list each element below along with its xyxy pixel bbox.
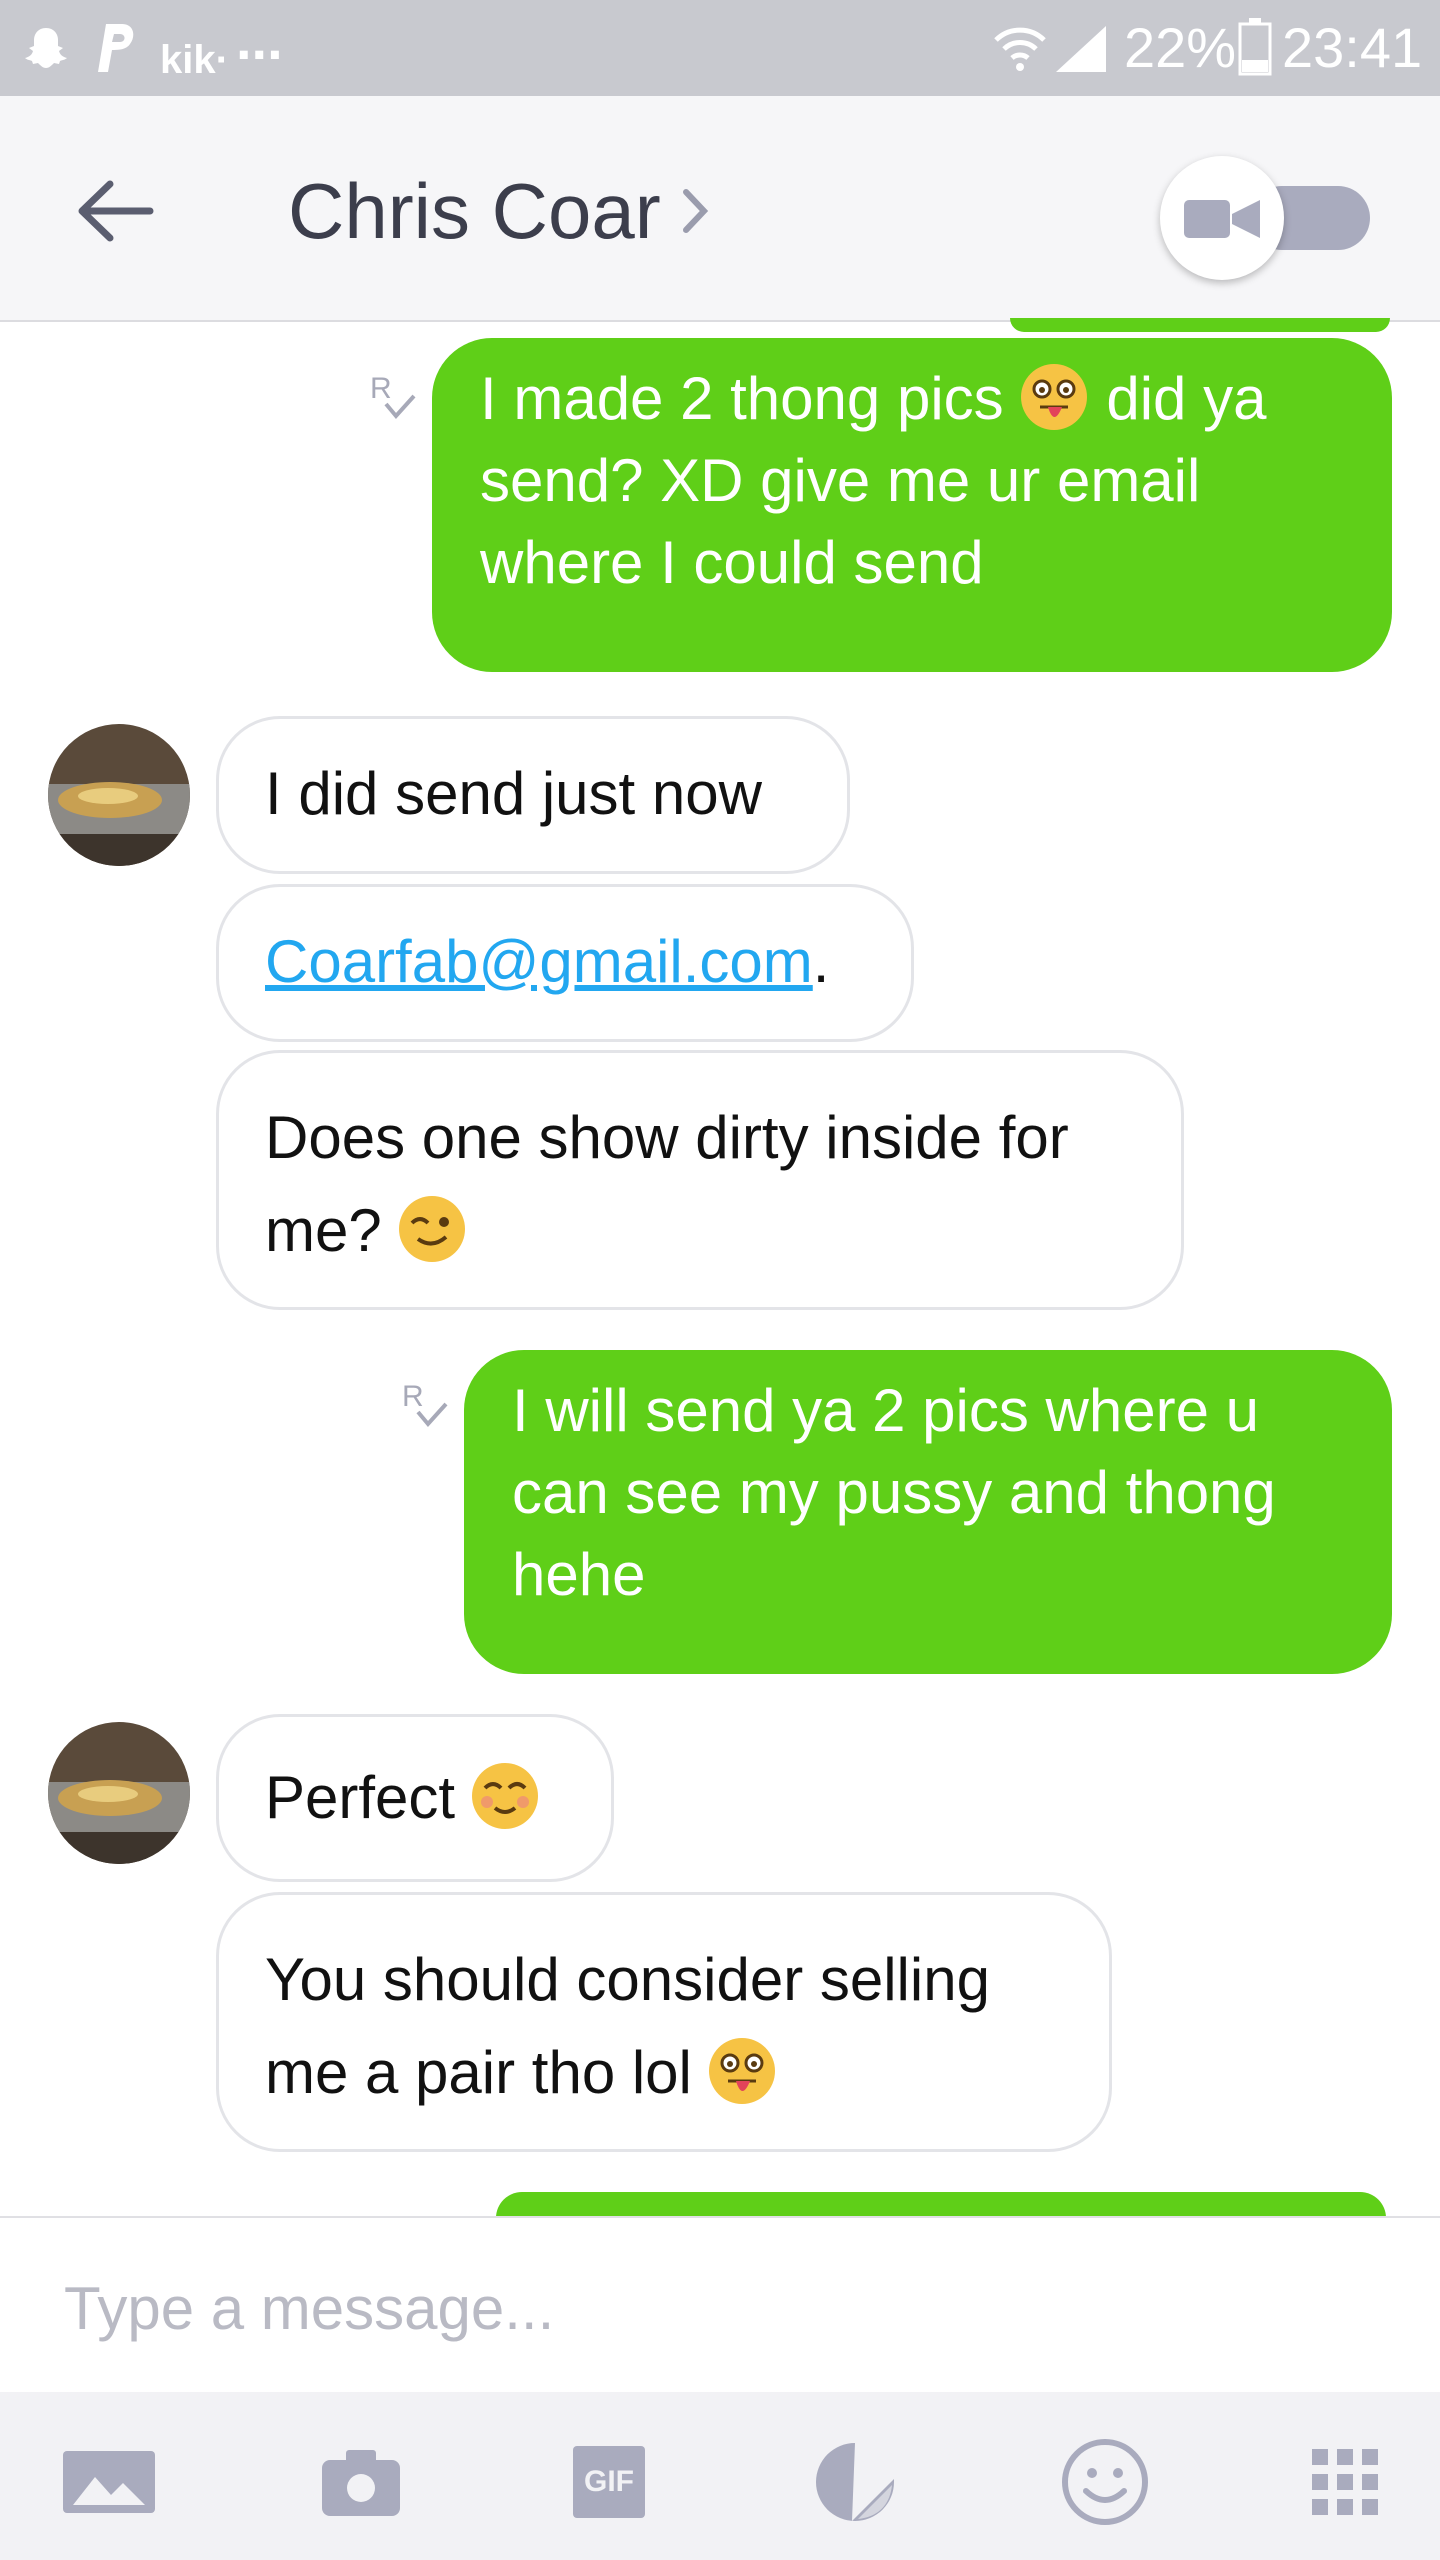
message-line: me a pair tho lol bbox=[265, 2021, 1063, 2125]
camera-button[interactable] bbox=[306, 2432, 416, 2532]
message-line: You should consider selling bbox=[265, 1946, 990, 2013]
message-line: Does one show dirty inside for bbox=[265, 1104, 1069, 1171]
contact-name[interactable]: Chris Coar bbox=[288, 166, 661, 256]
avatar[interactable] bbox=[48, 724, 190, 866]
message-bubble-incoming[interactable]: Perfect bbox=[216, 1714, 614, 1882]
clock: 23:41 bbox=[1282, 16, 1423, 79]
wifi-icon bbox=[994, 27, 1046, 71]
camera-icon bbox=[322, 2450, 400, 2516]
paypal-icon bbox=[98, 24, 134, 72]
message-line: where I could send bbox=[480, 529, 984, 596]
message-bubble-incoming[interactable]: Does one show dirty inside for me? bbox=[216, 1050, 1184, 1310]
signal-icon bbox=[1056, 26, 1106, 72]
read-receipt-icon: R bbox=[370, 372, 416, 420]
message-bubble-incoming[interactable]: Coarfab@gmail.com. bbox=[216, 884, 914, 1042]
message-bubble-incoming[interactable]: You should consider selling me a pair th… bbox=[216, 1892, 1112, 2152]
composer-bar bbox=[0, 2216, 1440, 2394]
gallery-icon bbox=[63, 2451, 155, 2513]
avatar-photo bbox=[48, 1722, 190, 1864]
battery-icon bbox=[1238, 18, 1272, 76]
read-receipt-letter: R bbox=[402, 1380, 424, 1413]
message-text: I did send just now bbox=[265, 760, 762, 827]
gif-icon: GIF bbox=[573, 2446, 645, 2518]
apps-button[interactable] bbox=[1290, 2432, 1400, 2532]
message-text: . bbox=[812, 928, 830, 995]
snapchat-icon bbox=[25, 28, 67, 68]
next-message-fragment bbox=[496, 2192, 1386, 2218]
message-text: did ya bbox=[1106, 365, 1267, 432]
emoji-icon bbox=[1062, 2439, 1148, 2525]
message-text: I made 2 thong pics bbox=[480, 365, 1004, 432]
gif-label: GIF bbox=[584, 2465, 634, 2498]
wink-emoji bbox=[398, 1196, 465, 1262]
sticker-button[interactable] bbox=[800, 2432, 910, 2532]
message-line: I made 2 thong pics did ya bbox=[480, 358, 1344, 440]
back-arrow-icon[interactable] bbox=[70, 166, 160, 256]
previous-message-fragment bbox=[1010, 318, 1390, 332]
read-receipt-letter: R bbox=[370, 372, 392, 405]
video-camera-icon bbox=[1184, 200, 1260, 238]
avatar[interactable] bbox=[48, 1722, 190, 1864]
gallery-button[interactable] bbox=[54, 2432, 164, 2532]
message-text: me? bbox=[265, 1197, 382, 1264]
chat-header: Chris Coar bbox=[0, 96, 1440, 322]
status-bar: kik· ... 22% 23:41 bbox=[0, 0, 1440, 96]
avatar-photo bbox=[48, 724, 190, 866]
apps-grid-icon bbox=[1312, 2449, 1378, 2515]
gif-button[interactable]: GIF bbox=[554, 2432, 664, 2532]
chevron-right-icon[interactable] bbox=[680, 188, 710, 234]
toggle-knob bbox=[1160, 156, 1284, 280]
more-icon: ... bbox=[236, 8, 283, 71]
kik-icon: kik· bbox=[160, 38, 229, 82]
emoji-button[interactable] bbox=[1050, 2432, 1160, 2532]
video-chat-toggle[interactable] bbox=[1160, 156, 1370, 286]
message-line: hehe bbox=[512, 1541, 646, 1608]
email-link[interactable]: Coarfab@gmail.com bbox=[265, 928, 813, 995]
message-line: I will send ya 2 pics where u bbox=[512, 1377, 1260, 1444]
message-input[interactable] bbox=[62, 2262, 1366, 2354]
message-bubble-outgoing[interactable]: I made 2 thong pics did ya send? XD give… bbox=[432, 338, 1392, 672]
message-text: me a pair tho lol bbox=[265, 2039, 692, 2106]
tongue-out-emoji bbox=[1020, 364, 1087, 430]
read-receipt-icon: R bbox=[402, 1380, 448, 1428]
message-bubble-outgoing[interactable]: I will send ya 2 pics where u can see my… bbox=[464, 1350, 1392, 1674]
attachment-toolbar: GIF bbox=[0, 2392, 1440, 2560]
battery-percent: 22% bbox=[1124, 16, 1237, 79]
message-line: send? XD give me ur email bbox=[480, 447, 1201, 514]
message-text: Perfect bbox=[265, 1764, 456, 1831]
message-line: me? bbox=[265, 1179, 1135, 1283]
message-line: can see my pussy and thong bbox=[512, 1459, 1276, 1526]
message-bubble-incoming[interactable]: I did send just now bbox=[216, 716, 850, 874]
tongue-out-emoji bbox=[708, 2038, 775, 2104]
sticker-icon bbox=[816, 2443, 894, 2521]
blush-emoji bbox=[472, 1763, 539, 1829]
